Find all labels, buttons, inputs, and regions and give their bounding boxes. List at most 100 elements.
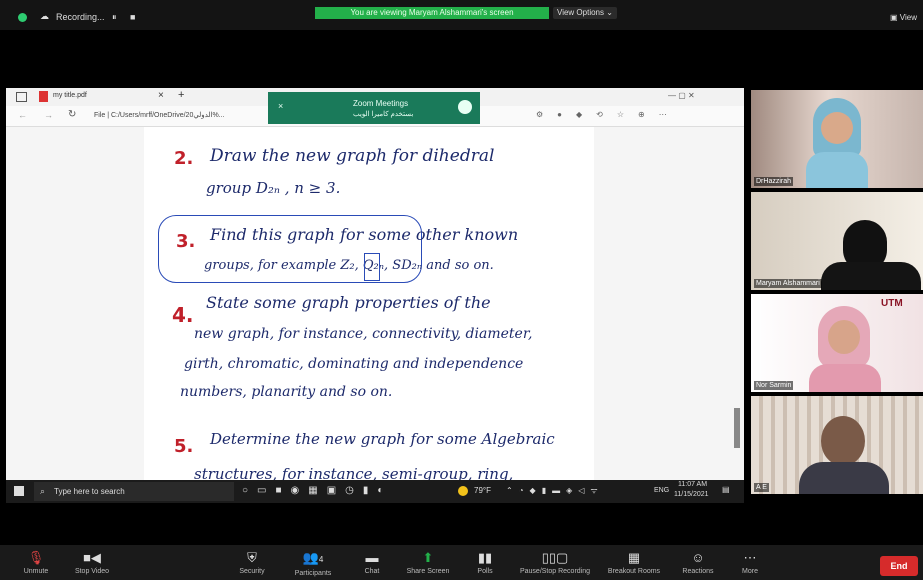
handwritten-line: Determine the new graph for some Algebra…: [210, 430, 555, 448]
viewing-banner: You are viewing Maryam Alshammari's scre…: [315, 7, 549, 19]
pause-stop-recording-button[interactable]: ▯▯▢ Pause/Stop Recording: [510, 545, 600, 580]
search-icon: ⌕: [40, 486, 46, 496]
handwritten-line: numbers, planarity and so on.: [180, 384, 393, 400]
unmute-label: Unmute: [23, 568, 49, 575]
notification-icon[interactable]: ▤: [722, 485, 730, 494]
record-icon: ☁: [40, 11, 49, 21]
scrollbar-thumb[interactable]: [734, 408, 740, 448]
shared-screen: my title.pdf × + — ▢ ✕ ← → ↻ File | C:/U…: [6, 88, 744, 503]
back-icon[interactable]: ←: [18, 110, 27, 120]
pause-recording-icon[interactable]: ⏸: [112, 12, 117, 23]
video-tile[interactable]: DrHazzirah: [751, 90, 923, 188]
clock-date[interactable]: 11/15/2021: [674, 491, 709, 498]
participant-face: [828, 320, 860, 354]
polls-icon: ▮▮: [477, 550, 493, 565]
security-button[interactable]: ⛨ Security: [222, 545, 282, 580]
video-tile[interactable]: Maryam Alshammari: [751, 192, 923, 290]
security-label: Security: [239, 568, 265, 575]
camera-icon: [458, 100, 472, 114]
reactions-button[interactable]: ☺ Reactions: [668, 545, 728, 580]
handwritten-line: girth, chromatic, dominating and indepen…: [184, 356, 524, 372]
pdf-icon: [39, 91, 48, 102]
participant-body: [821, 262, 921, 290]
notification-title: Zoom Meetings: [353, 99, 409, 108]
notification-subtitle: بستخدم كاميرا الويب: [353, 111, 414, 118]
window-controls[interactable]: — ▢ ✕: [668, 91, 695, 100]
windows-taskbar: ⌕ Type here to search ○▭■◉▦▣◷▮◐ 79°F ⌃◔◆…: [6, 480, 744, 503]
breakout-label: Breakout Rooms: [607, 568, 661, 575]
reactions-icon: ☺: [691, 550, 705, 565]
video-tile[interactable]: UTM Nor Sarmin: [751, 294, 923, 392]
polls-label: Polls: [477, 568, 493, 575]
participant-name: DrHazzirah: [754, 177, 794, 186]
utm-logo: UTM: [881, 298, 903, 309]
zoom-meetings-notification[interactable]: × Zoom Meetings بستخدم كاميرا الويب: [268, 92, 480, 124]
clock-time[interactable]: 11:07 AM: [678, 481, 707, 488]
taskbar-apps[interactable]: ○▭■◉▦▣◷▮◐: [242, 485, 392, 496]
new-tab-icon[interactable]: +: [178, 89, 184, 101]
handwritten-line: group D₂ₙ , n ≥ 3.: [206, 179, 341, 197]
participants-label: Participants: [294, 570, 332, 577]
microphone-muted-icon: 🎙: [27, 550, 45, 565]
url-field[interactable]: File | C:/Users/mrff/OneDrive/الدولي20%.…: [94, 111, 225, 119]
handwritten-line: new graph, for instance, connectivity, d…: [194, 326, 533, 342]
pause-stop-icon: ▯▯▢: [541, 550, 569, 565]
breakout-rooms-button[interactable]: ▦ Breakout Rooms: [604, 545, 664, 580]
more-button[interactable]: ⋯ More: [720, 545, 780, 580]
participant-name: Nor Sarmin: [754, 381, 794, 390]
breakout-rooms-icon: ▦: [627, 550, 641, 565]
tab-title[interactable]: my title.pdf: [53, 92, 87, 99]
recording-bar: ☁ Recording... ⏸ ■ You are viewing Marya…: [0, 0, 923, 30]
stop-video-label: Stop Video: [74, 568, 110, 575]
participants-count: 4: [318, 555, 324, 564]
chat-button[interactable]: ▬ Chat: [342, 545, 402, 580]
browser-toolbar-icons[interactable]: ⚙●◆⟲☆⊕⋯: [536, 110, 681, 119]
share-screen-icon: ⬆: [422, 550, 434, 565]
notification-close-icon[interactable]: ×: [278, 101, 283, 111]
end-meeting-button[interactable]: End: [880, 556, 918, 576]
unmute-button[interactable]: 🎙 Unmute: [6, 545, 66, 580]
chat-icon: ▬: [365, 550, 379, 565]
participant-body: [806, 152, 868, 188]
handwritten-line: Draw the new graph for dihedral: [210, 146, 495, 166]
stop-video-button[interactable]: ■◀ Stop Video: [62, 545, 122, 580]
video-camera-icon: ■◀: [83, 550, 101, 565]
participant-name: A E: [754, 483, 769, 492]
taskbar-search[interactable]: ⌕ Type here to search: [34, 482, 234, 501]
participant-face: [821, 416, 865, 466]
view-button[interactable]: ▣ View: [890, 13, 917, 22]
language-indicator[interactable]: ENG: [654, 487, 669, 494]
item-number: 3.: [176, 231, 196, 252]
recording-label: Recording...: [56, 12, 105, 22]
system-tray-icons[interactable]: ⌃◔◆▮▬◈◁ᯤ: [506, 485, 604, 496]
stop-recording-icon[interactable]: ■: [130, 12, 135, 22]
refresh-icon[interactable]: ↻: [68, 109, 76, 120]
video-tile[interactable]: A E: [751, 396, 923, 494]
view-icon: ▣: [890, 13, 900, 22]
forward-icon[interactable]: →: [44, 110, 53, 120]
reactions-label: Reactions: [682, 568, 714, 575]
shield-icon: [18, 13, 27, 22]
tab-close-icon[interactable]: ×: [158, 90, 164, 101]
view-options-button[interactable]: View Options ⌄: [553, 7, 617, 19]
page-margin-right: [594, 127, 744, 487]
search-placeholder: Type here to search: [54, 487, 125, 496]
participant-body: [809, 364, 881, 392]
participants-button[interactable]: 👥4 Participants: [283, 545, 343, 580]
participant-body: [799, 462, 889, 494]
meeting-toolbar: 🎙 Unmute ■◀ Stop Video ⛨ Security 👥4 Partici…: [0, 545, 923, 580]
participants-icon: 👥4: [302, 550, 324, 565]
handwritten-line: State some graph properties of the: [206, 293, 491, 312]
participant-face: [821, 112, 853, 144]
handwritten-line: groups, for example Z₂, Q₂ₙ, SD₂ₙ and so…: [204, 258, 494, 273]
chat-label: Chat: [364, 568, 380, 575]
tab-actions-icon[interactable]: [16, 92, 27, 102]
more-label: More: [742, 568, 758, 575]
handwritten-line: Find this graph for some other known: [210, 225, 519, 244]
weather-temp[interactable]: 79°F: [474, 486, 491, 495]
share-screen-button[interactable]: ⬆ Share Screen: [398, 545, 458, 580]
shield-icon: ⛨: [247, 550, 257, 565]
item-number: 4.: [172, 303, 194, 327]
windows-start-icon[interactable]: [14, 486, 24, 496]
polls-button[interactable]: ▮▮ Polls: [455, 545, 515, 580]
